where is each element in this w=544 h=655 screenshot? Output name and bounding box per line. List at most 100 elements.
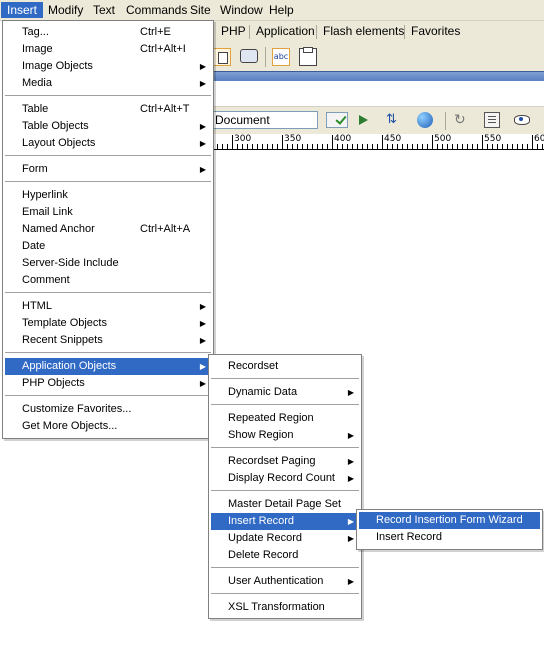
submenu-arrow-icon: ▶ [199,62,206,71]
ruler-label: 350 [284,134,302,144]
tab-divider [316,25,317,39]
menu-item-template-objects[interactable]: Template Objects ▶ [5,315,211,332]
submenu-arrow-icon: ▶ [347,577,354,586]
application-objects-submenu: Recordset Dynamic Data ▶ Repeated Region… [208,354,362,619]
menu-item-recordset[interactable]: Recordset [211,358,359,375]
menu-item-table[interactable]: Table Ctrl+Alt+T [5,101,211,118]
tab-divider [249,25,250,39]
toolbar-divider [445,112,446,130]
file-management-icon[interactable]: ⇅ [386,112,408,128]
menu-item-date[interactable]: Date [5,238,211,255]
submenu-arrow-icon: ▶ [347,474,354,483]
menu-item-image[interactable]: Image Ctrl+Alt+I [5,41,211,58]
horizontal-ruler: 300 350 400 450 500 550 60 [212,134,544,150]
insert-bar-tabs: PHP Application Flash elements Favorites [212,21,544,44]
menu-separator [211,490,359,491]
menu-item-user-authentication[interactable]: User Authentication ▶ [211,573,359,590]
ruler-label: 300 [234,134,252,144]
menu-item-media[interactable]: Media ▶ [5,75,211,92]
menu-separator [5,181,211,182]
document-toolbar: Document ⇅ ↻ [212,106,544,134]
menu-item-html[interactable]: HTML ▶ [5,298,211,315]
insert-bar-bottom [212,71,544,81]
menu-item-email-link[interactable]: Email Link [5,204,211,221]
menu-item-update-record[interactable]: Update Record ▶ [211,530,359,547]
refresh-icon[interactable]: ↻ [454,112,470,128]
submenu-arrow-icon: ▶ [199,336,206,345]
menu-item-form[interactable]: Form ▶ [5,161,211,178]
menu-item-dynamic-data[interactable]: Dynamic Data ▶ [211,384,359,401]
menu-item-application-objects[interactable]: Application Objects ▶ [5,358,211,375]
toolbar-divider [265,47,266,67]
tab-php[interactable]: PHP [221,24,246,38]
menu-separator [5,352,211,353]
view-options-icon[interactable] [484,112,500,128]
ruler-label: 450 [384,134,402,144]
menu-item-customize-favorites[interactable]: Customize Favorites... [5,401,211,418]
menu-item-insert-record-behavior[interactable]: Insert Record [359,529,540,546]
menu-item-recent-snippets[interactable]: Recent Snippets ▶ [5,332,211,349]
menu-item-show-region[interactable]: Show Region ▶ [211,427,359,444]
debug-icon[interactable] [357,112,377,128]
tab-divider [404,25,405,39]
menu-site[interactable]: Site [184,2,217,18]
preview-icon[interactable] [417,112,433,128]
menu-window[interactable]: Window [214,2,269,18]
menu-separator [211,404,359,405]
submenu-arrow-icon: ▶ [347,457,354,466]
submenu-arrow-icon: ▶ [347,431,354,440]
ruler-label: 500 [434,134,452,144]
menu-item-display-record-count[interactable]: Display Record Count ▶ [211,470,359,487]
tab-favorites[interactable]: Favorites [411,24,460,38]
menu-separator [5,292,211,293]
submenu-arrow-icon: ▶ [199,379,206,388]
menu-item-comment[interactable]: Comment [5,272,211,289]
menu-item-master-detail-page-set[interactable]: Master Detail Page Set [211,496,359,513]
menu-item-get-more-objects[interactable]: Get More Objects... [5,418,211,435]
menu-item-tag[interactable]: Tag... Ctrl+E [5,24,211,41]
menu-separator [5,95,211,96]
textarea-icon[interactable] [299,47,317,66]
submenu-arrow-icon: ▶ [347,388,354,397]
menu-item-record-insertion-form-wizard[interactable]: Record Insertion Form Wizard [359,512,540,529]
menu-item-xsl-transformation[interactable]: XSL Transformation [211,599,359,616]
ruler-label: 60 [534,134,544,144]
visual-aids-icon[interactable] [513,113,533,127]
menu-item-insert-record[interactable]: Insert Record ▶ [211,513,359,530]
submenu-arrow-icon: ▶ [199,302,206,311]
submenu-arrow-icon: ▶ [347,517,354,526]
submenu-arrow-icon: ▶ [199,319,206,328]
menu-item-php-objects[interactable]: PHP Objects ▶ [5,375,211,392]
menu-commands[interactable]: Commands [120,2,193,18]
menu-separator [211,567,359,568]
document-title-field[interactable]: Document [212,111,318,129]
menu-item-recordset-paging[interactable]: Recordset Paging ▶ [211,453,359,470]
submenu-arrow-icon: ▶ [347,534,354,543]
menu-item-hyperlink[interactable]: Hyperlink [5,187,211,204]
menu-item-layout-objects[interactable]: Layout Objects ▶ [5,135,211,152]
insert-record-submenu: Record Insertion Form Wizard Insert Reco… [356,509,543,550]
submenu-arrow-icon: ▶ [199,79,206,88]
submenu-arrow-icon: ▶ [199,139,206,148]
ruler-label: 400 [334,134,352,144]
menu-separator [5,155,211,156]
tab-flash-elements[interactable]: Flash elements [323,24,404,38]
menu-modify[interactable]: Modify [42,2,89,18]
menu-item-image-objects[interactable]: Image Objects ▶ [5,58,211,75]
menu-item-repeated-region[interactable]: Repeated Region [211,410,359,427]
menu-help[interactable]: Help [263,2,300,18]
validate-icon[interactable] [326,112,348,128]
menu-text[interactable]: Text [87,2,121,18]
button-icon[interactable] [240,49,258,63]
menu-item-table-objects[interactable]: Table Objects ▶ [5,118,211,135]
menu-item-delete-record[interactable]: Delete Record [211,547,359,564]
text-field-icon[interactable]: abc [272,48,290,66]
submenu-arrow-icon: ▶ [199,165,206,174]
menu-item-server-side-include[interactable]: Server-Side Include [5,255,211,272]
tab-application[interactable]: Application [256,24,315,38]
menu-separator [211,378,359,379]
insert-bar-toolbar: abc [212,43,544,71]
menu-item-named-anchor[interactable]: Named Anchor Ctrl+Alt+A [5,221,211,238]
calendar-icon[interactable] [213,48,231,66]
menu-insert[interactable]: Insert [1,2,44,18]
